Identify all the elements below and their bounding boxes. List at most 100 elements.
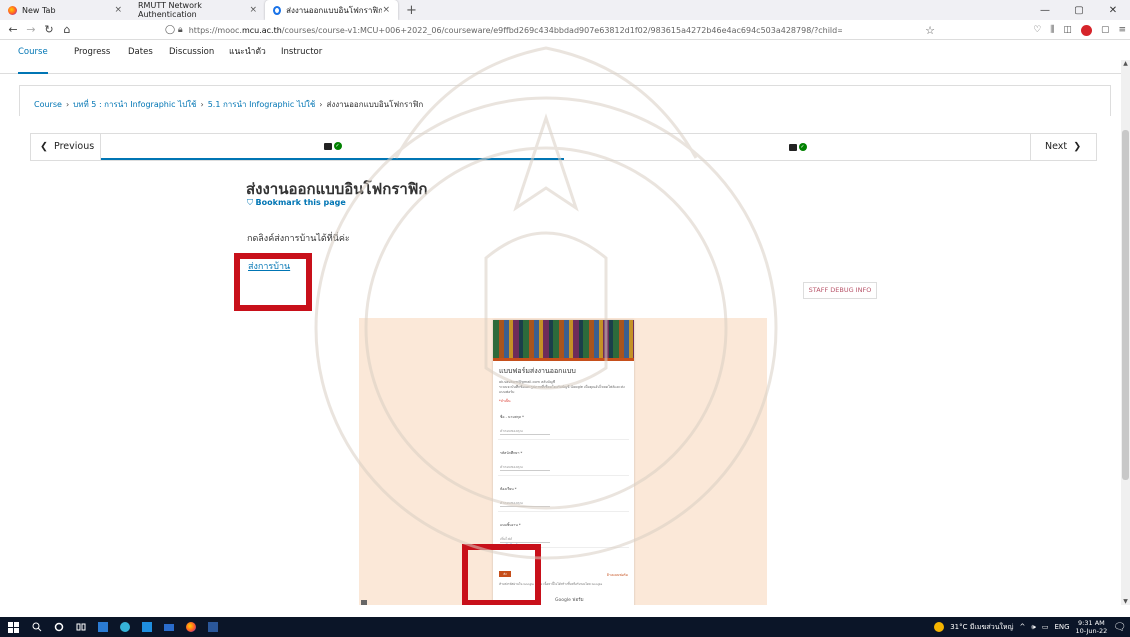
check-icon: ✓ [333, 142, 342, 150]
bookmark-icon: ⛉ [247, 198, 253, 207]
sequence-tab-2[interactable]: ✓ [564, 134, 1031, 160]
bookmark-label: Bookmark this page [255, 198, 346, 207]
form-banner [493, 320, 634, 358]
answer-field[interactable]: คำตอบของคุณ [500, 500, 550, 507]
breadcrumb-section[interactable]: 5.1 การนำ Infographic ไปใช้ [208, 100, 316, 109]
windows-logo-icon [7, 621, 19, 633]
mail-icon[interactable] [158, 617, 180, 637]
browser-toolbar: ← → ↻ ⌂ ◯ 🔒︎ https://mooc. mcu.ac.th/cour… [0, 20, 1130, 40]
new-tab-button[interactable]: + [398, 3, 425, 18]
search-icon[interactable] [26, 617, 48, 637]
tab-discussion[interactable]: Discussion [169, 40, 214, 74]
clock[interactable]: 9:31 AM 10-Jun-22 [1076, 619, 1108, 635]
google-forms-logo: Google ฟอร์ม [555, 598, 584, 603]
chevron-right-icon: › [319, 100, 323, 109]
edge-icon[interactable] [114, 617, 136, 637]
url-host: mcu.ac.th [241, 25, 282, 35]
course-tabs: Course Progress Dates Discussion แนะนำตั… [0, 40, 1121, 74]
browser-tab-active[interactable]: ส่งงานออกแบบอินโฟกราฟิก | 5.1 × [265, 0, 398, 20]
scrollbar-thumb[interactable] [1122, 130, 1129, 480]
chevron-left-icon: ❮ [40, 141, 48, 152]
forward-arrow-icon[interactable]: → [22, 23, 40, 36]
tab-dates[interactable]: Dates [128, 40, 153, 74]
maximize-button[interactable]: ▢ [1062, 5, 1096, 16]
firefox-taskbar-icon[interactable] [180, 617, 202, 637]
volume-icon[interactable]: 🕪︎ [1031, 623, 1035, 632]
system-tray: 31°C มีเมฆส่วนใหญ่ ^ 🕪︎ ▭ ENG 9:31 AM 10… [934, 617, 1126, 637]
tab-title: ส่งงานออกแบบอินโฟกราฟิก | 5.1 [286, 5, 383, 15]
chevron-right-icon: › [65, 100, 70, 109]
browser-tab-new-tab[interactable]: New Tab × [0, 0, 130, 20]
adblock-icon[interactable] [1080, 24, 1092, 36]
browser-tab-rmutt[interactable]: RMUTT Network Authentication × [130, 0, 265, 20]
page-scrollbar[interactable]: ▲ ▼ [1121, 60, 1130, 605]
bookmark-star-icon[interactable]: ☆ [925, 24, 935, 37]
weather-icon [934, 622, 945, 632]
reload-icon[interactable]: ↻ [40, 23, 58, 36]
loading-icon [273, 5, 282, 15]
pocket-icon[interactable]: ♡ [1033, 25, 1041, 35]
store-icon[interactable] [136, 617, 158, 637]
tab-progress[interactable]: Progress [74, 40, 110, 74]
url-prefix: https://mooc. [188, 25, 242, 35]
weather-text[interactable]: 31°C มีเมฆส่วนใหญ่ [950, 622, 1013, 633]
tab-title: New Tab [22, 5, 56, 15]
chevron-right-icon: ❯ [1073, 141, 1082, 152]
previous-label: Previous [54, 141, 95, 152]
breadcrumb-container: Course › บทที่ 5 : การนำ Infographic ไปใช้… [19, 85, 1111, 116]
next-label: Next [1045, 141, 1068, 152]
notification-icon[interactable]: 🗨︎ [1113, 622, 1126, 633]
browser-tab-bar: New Tab × RMUTT Network Authentication ×… [0, 0, 1130, 20]
start-button[interactable] [0, 617, 26, 637]
scroll-down-icon[interactable]: ▼ [1121, 598, 1130, 605]
close-tab-icon[interactable]: × [382, 5, 390, 15]
tab-instructor[interactable]: Instructor [281, 40, 322, 74]
library-icon[interactable]: ⫼ [1050, 25, 1054, 35]
previous-button[interactable]: ❮ Previous [31, 134, 101, 160]
form-clear-button[interactable]: ล้างแบบฟอร์ม [607, 572, 628, 578]
network-icon[interactable]: ▭ [1042, 623, 1049, 631]
app-icon-blue[interactable] [92, 617, 114, 637]
sidebar-icon[interactable]: ◫ [1063, 25, 1072, 35]
breadcrumb: Course › บทที่ 5 : การนำ Infographic ไปใช้… [34, 98, 423, 111]
answer-field[interactable]: คำตอบของคุณ [500, 428, 550, 435]
form-required: *จำเป็น [499, 399, 511, 403]
form-question: ห้องเรียน * คำตอบของคุณ [498, 482, 629, 512]
language-indicator[interactable]: ENG [1054, 623, 1069, 631]
address-bar[interactable]: ◯ 🔒︎ https://mooc. mcu.ac.th/courses/cour… [165, 22, 935, 38]
unit-prompt: กดลิงค์ส่งการบ้านได้ที่นี่ค่ะ [247, 234, 350, 244]
staff-debug-button[interactable]: STAFF DEBUG INFO [803, 282, 877, 299]
highlight-box [234, 253, 312, 311]
tab-course[interactable]: Course [18, 40, 48, 74]
form-question: ชื่อ - นามสกุล * คำตอบของคุณ [498, 410, 629, 440]
question-label: รหัสนักศึกษา * [500, 451, 523, 455]
answer-field[interactable]: คำตอบของคุณ [500, 464, 550, 471]
menu-icon[interactable]: ≡ [1118, 25, 1126, 35]
minimize-button[interactable]: — [1028, 5, 1062, 16]
close-window-button[interactable]: ✕ [1096, 5, 1130, 16]
windows-taskbar: 31°C มีเมฆส่วนใหญ่ ^ 🕪︎ ▭ ENG 9:31 AM 10… [0, 617, 1130, 637]
form-question: รหัสนักศึกษา * คำตอบของคุณ [498, 446, 629, 476]
breadcrumb-chapter[interactable]: บทที่ 5 : การนำ Infographic ไปใช้ [73, 100, 196, 109]
word-icon[interactable] [202, 617, 224, 637]
tab-introduce[interactable]: แนะนำตัว [229, 40, 266, 74]
breadcrumb-course[interactable]: Course [34, 100, 62, 109]
bookmark-button[interactable]: ⛉ Bookmark this page [247, 198, 346, 208]
scroll-up-icon[interactable]: ▲ [1121, 60, 1130, 67]
task-view-icon[interactable] [70, 617, 92, 637]
chevron-up-icon[interactable]: ^ [1020, 623, 1026, 631]
question-label: แนบชิ้นงาน * [500, 523, 521, 527]
book-icon [788, 143, 797, 151]
form-note: ระบบจะบันทึกชื่อและรูปภาพที่เชื่อมโยงกับ… [499, 385, 625, 394]
close-tab-icon[interactable]: × [114, 5, 122, 15]
form-preview-image: แบบฟอร์มส่งงานออกแบบ ok.sasitorn@gmail.c… [359, 318, 767, 605]
home-icon[interactable]: ⌂ [58, 23, 76, 36]
form-title: แบบฟอร์มส่งงานออกแบบ [499, 367, 576, 375]
chevron-right-icon: › [200, 100, 204, 109]
next-button[interactable]: Next ❯ [1030, 134, 1096, 160]
cortana-icon[interactable] [48, 617, 70, 637]
back-arrow-icon[interactable]: ← [4, 23, 22, 36]
sequence-tab-1[interactable]: ✓ [101, 134, 564, 160]
close-tab-icon[interactable]: × [249, 5, 257, 15]
extension-icon[interactable]: ▢ [1101, 25, 1110, 35]
